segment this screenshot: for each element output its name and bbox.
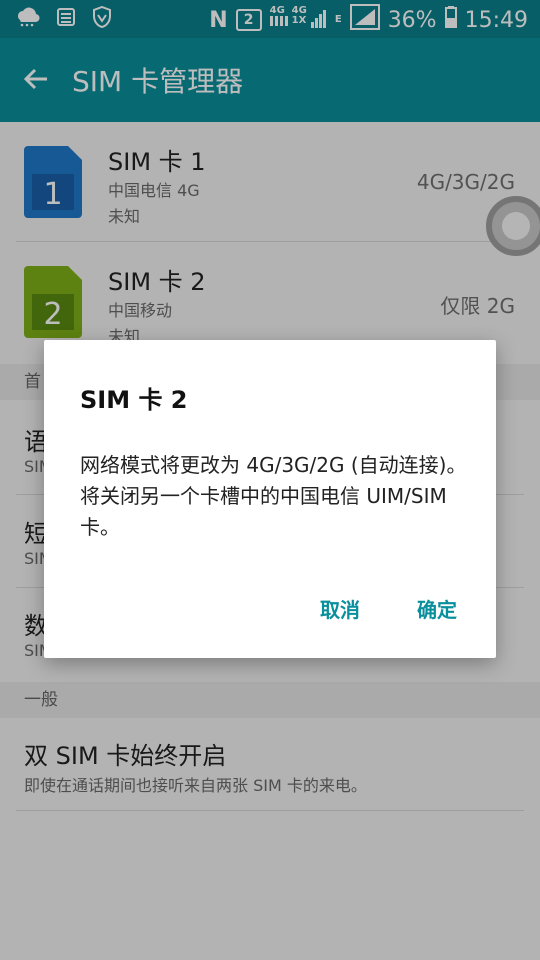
ok-button[interactable]: 确定 [417, 594, 457, 623]
cancel-button[interactable]: 取消 [320, 594, 360, 623]
network-mode-dialog: SIM 卡 2 网络模式将更改为 4G/3G/2G (自动连接)。 将关闭另一个… [44, 340, 496, 658]
dialog-message: 网络模式将更改为 4G/3G/2G (自动连接)。 将关闭另一个卡槽中的中国电信… [80, 453, 467, 539]
dialog-title: SIM 卡 2 [80, 386, 188, 414]
